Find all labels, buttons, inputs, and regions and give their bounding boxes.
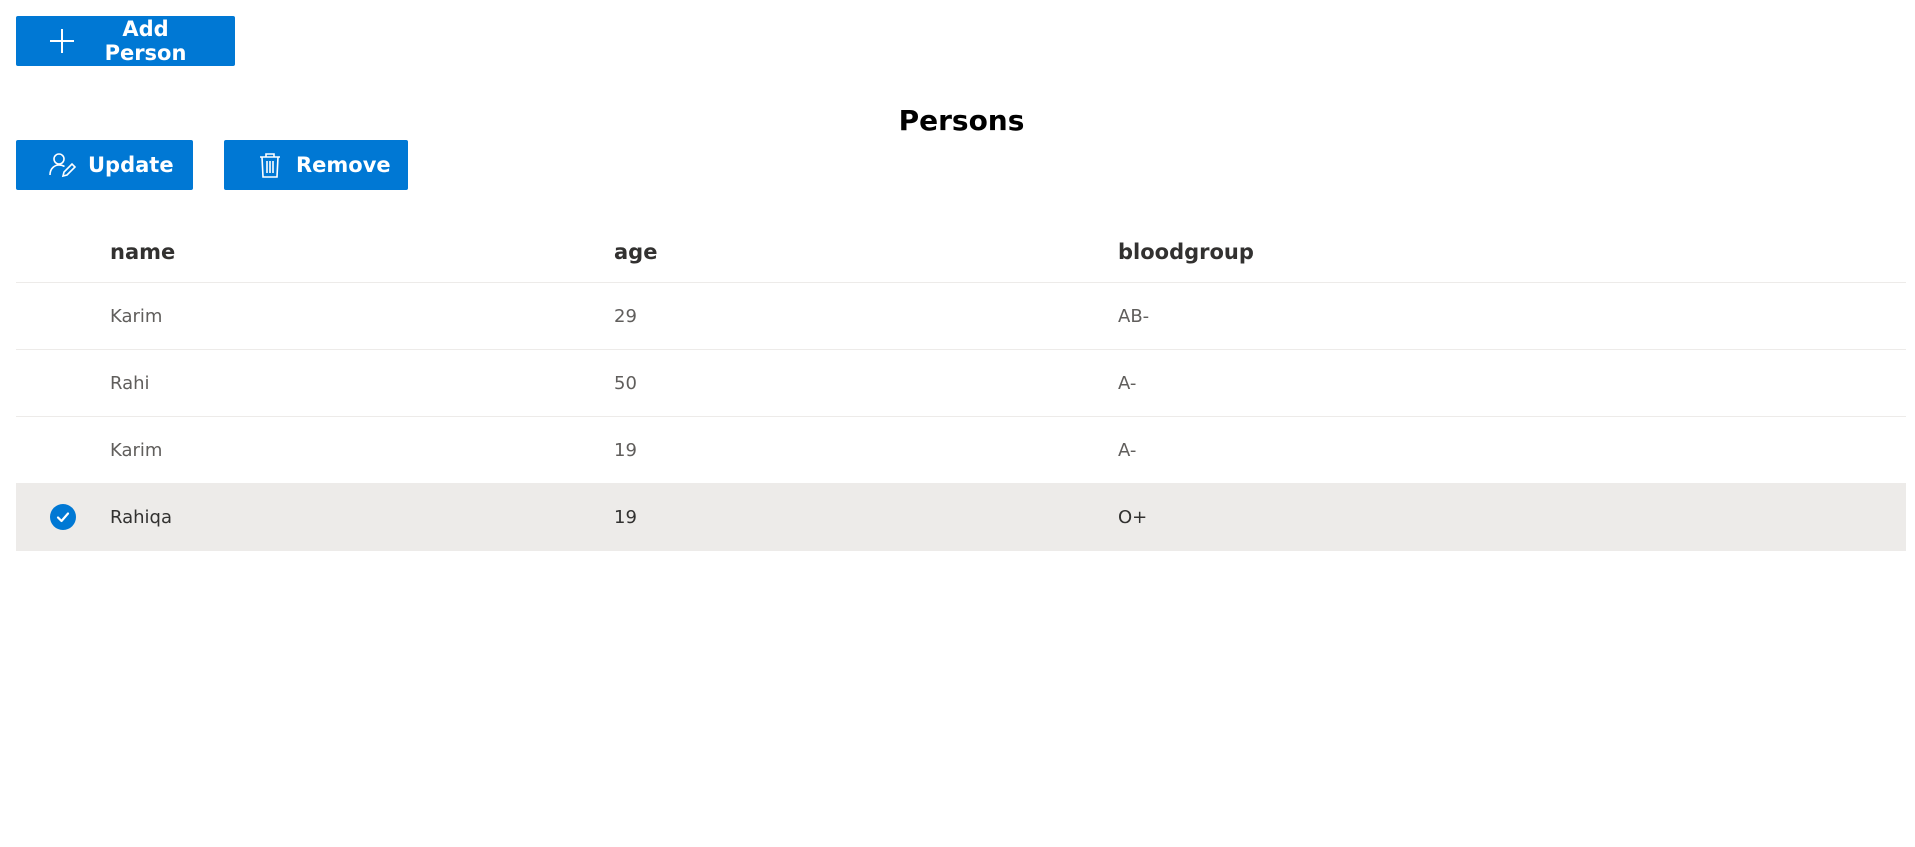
cell-bloodgroup: A- xyxy=(1118,372,1137,394)
row-check-cell[interactable] xyxy=(16,283,110,349)
plus-icon xyxy=(48,27,76,55)
add-person-label: Add Person xyxy=(104,17,187,65)
cell-bloodgroup: AB- xyxy=(1118,305,1150,327)
page-title: Persons xyxy=(898,104,1025,137)
table-row[interactable]: Karim 19 A- xyxy=(16,417,1906,484)
column-header-bloodgroup[interactable]: bloodgroup xyxy=(1118,222,1622,282)
trash-icon xyxy=(256,151,284,179)
persons-table: name age bloodgroup Karim 29 AB- Rahi 50… xyxy=(16,222,1906,551)
add-person-button[interactable]: Add Person xyxy=(16,16,235,66)
cell-name: Rahiqa xyxy=(110,506,173,528)
row-check-cell[interactable] xyxy=(16,350,110,416)
cell-age: 29 xyxy=(614,305,637,327)
cell-name: Karim xyxy=(110,305,163,327)
edit-person-icon xyxy=(48,151,76,179)
checkmark-icon xyxy=(50,504,76,530)
cell-age: 19 xyxy=(614,439,637,461)
header-check-cell xyxy=(16,222,110,282)
update-button[interactable]: Update xyxy=(16,140,193,190)
column-header-name[interactable]: name xyxy=(110,222,614,282)
update-label: Update xyxy=(88,153,174,177)
table-row-selected[interactable]: Rahiqa 19 O+ xyxy=(16,484,1906,551)
row-check-cell[interactable] xyxy=(16,417,110,483)
table-header-row: name age bloodgroup xyxy=(16,222,1906,283)
cell-name: Karim xyxy=(110,439,163,461)
cell-age: 50 xyxy=(614,372,637,394)
table-row[interactable]: Karim 29 AB- xyxy=(16,283,1906,350)
cell-age: 19 xyxy=(614,506,637,528)
column-header-age[interactable]: age xyxy=(614,222,1118,282)
cell-bloodgroup: A- xyxy=(1118,439,1137,461)
table-row[interactable]: Rahi 50 A- xyxy=(16,350,1906,417)
page: Add Person Persons Update Remove name ag… xyxy=(0,0,1915,847)
cell-name: Rahi xyxy=(110,372,150,394)
remove-button[interactable]: Remove xyxy=(224,140,408,190)
row-check-cell[interactable] xyxy=(16,484,110,550)
remove-label: Remove xyxy=(296,153,391,177)
cell-bloodgroup: O+ xyxy=(1118,506,1148,528)
